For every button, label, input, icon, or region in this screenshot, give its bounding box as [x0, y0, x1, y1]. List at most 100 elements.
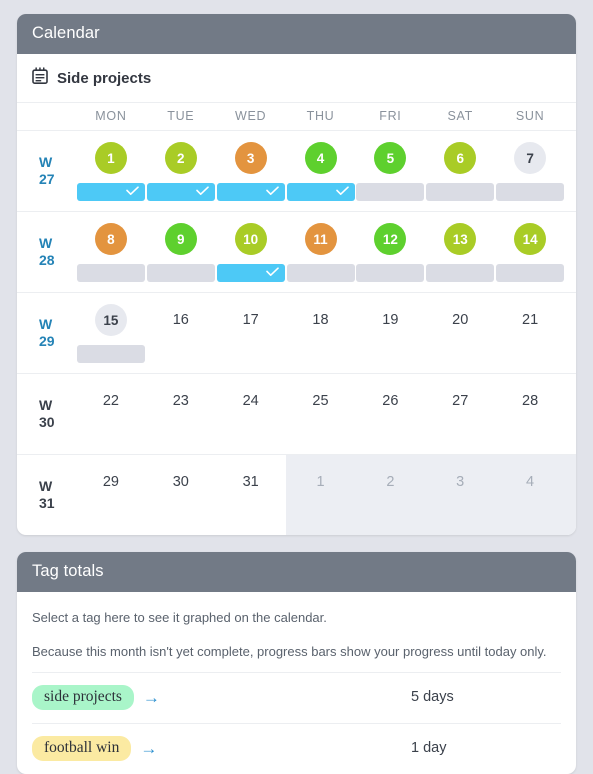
day-number[interactable]: 27 [444, 385, 476, 417]
day-number[interactable]: 31 [235, 466, 267, 498]
day-number[interactable]: 2 [374, 466, 406, 498]
weekday-fri: FRI [379, 109, 402, 123]
calendar-day-cell[interactable]: 1 [286, 455, 356, 535]
calendar-day-cell[interactable]: 11 [286, 212, 356, 292]
day-progress-bar-empty[interactable] [146, 264, 215, 282]
day-progress-bar-empty[interactable] [496, 264, 565, 282]
calendar-day-cell[interactable]: 25 [286, 374, 356, 454]
day-number[interactable]: 11 [304, 223, 337, 255]
day-number[interactable]: 8 [94, 223, 127, 255]
day-number[interactable]: 6 [444, 142, 477, 174]
calendar-day-cell[interactable]: 22 [76, 374, 146, 454]
day-number[interactable]: 16 [165, 304, 197, 336]
day-number[interactable]: 1 [305, 466, 337, 498]
calendar-day-cell[interactable]: 31 [216, 455, 286, 535]
calendar-day-cell[interactable]: 1 [76, 131, 146, 211]
day-progress-bar-complete[interactable] [216, 264, 285, 282]
day-number[interactable]: 25 [305, 385, 337, 417]
day-number[interactable]: 4 [304, 142, 337, 174]
calendar-day-cell[interactable]: 2 [355, 455, 425, 535]
day-number[interactable]: 1 [94, 142, 127, 174]
tag-totals-note-1: Select a tag here to see it graphed on t… [32, 610, 327, 625]
day-number[interactable]: 30 [165, 466, 197, 498]
calendar-day-cell[interactable]: 14 [495, 212, 565, 292]
tag-totals-rows: side projects → 5 days football win → 1 day [32, 673, 561, 774]
calendar-day-cell[interactable]: 8 [76, 212, 146, 292]
day-progress-bar-complete[interactable] [76, 183, 145, 201]
day-progress-bar-complete[interactable] [286, 183, 355, 201]
day-number[interactable]: 18 [305, 304, 337, 336]
day-progress-bar-empty[interactable] [426, 183, 495, 201]
day-number[interactable]: 22 [95, 385, 127, 417]
day-progress-bar-empty[interactable] [356, 183, 425, 201]
calendar-day-cell[interactable]: 21 [495, 293, 565, 373]
day-number[interactable]: 4 [514, 466, 546, 498]
tag-pill[interactable]: football win [32, 735, 132, 761]
day-number[interactable]: 2 [164, 142, 197, 174]
day-progress-bar-empty[interactable] [76, 264, 145, 282]
tag-pill[interactable]: side projects [32, 684, 134, 710]
calendar-day-cell[interactable]: 19 [355, 293, 425, 373]
day-number[interactable]: 10 [234, 223, 267, 255]
calendar-day-cell[interactable]: 28 [495, 374, 565, 454]
calendar-day-cell[interactable]: 10 [216, 212, 286, 292]
day-number[interactable]: 19 [374, 304, 406, 336]
day-number[interactable]: 24 [235, 385, 267, 417]
tag-totals-card: Tag totals Select a tag here to see it g… [17, 552, 576, 774]
arrow-right-icon[interactable]: → [140, 740, 157, 757]
calendar-day-cell[interactable]: 29 [76, 455, 146, 535]
day-number[interactable]: 23 [165, 385, 197, 417]
calendar-day-cell[interactable]: 24 [216, 374, 286, 454]
day-progress-bar-empty[interactable] [286, 264, 355, 282]
calendar-day-cell[interactable]: 3 [216, 131, 286, 211]
day-progress-bar-complete[interactable] [146, 183, 215, 201]
calendar-subtitle: Side projects [57, 69, 152, 87]
day-number[interactable]: 3 [234, 142, 267, 174]
day-number[interactable]: 5 [374, 142, 407, 174]
calendar-day-cell[interactable]: 18 [286, 293, 356, 373]
calendar-day-cell[interactable]: 30 [146, 455, 216, 535]
day-number[interactable]: 15 [94, 304, 127, 336]
weekday-header-row: MON TUE WED THU FRI SAT SUN [17, 103, 576, 131]
calendar-day-cell[interactable]: 27 [425, 374, 495, 454]
calendar-day-cell[interactable]: 23 [146, 374, 216, 454]
calendar-card-header: Calendar [17, 14, 576, 54]
day-progress-bar-complete[interactable] [216, 183, 285, 201]
calendar-week-row: W 28 8 9 10 11 12 13 14 [17, 212, 576, 293]
calendar-day-cell[interactable]: 3 [425, 455, 495, 535]
calendar-day-cell[interactable]: 2 [146, 131, 216, 211]
calendar-day-cell[interactable]: 4 [286, 131, 356, 211]
calendar-day-cell[interactable]: 16 [146, 293, 216, 373]
day-number[interactable]: 12 [374, 223, 407, 255]
day-number[interactable]: 13 [444, 223, 477, 255]
calendar-day-cell[interactable]: 20 [425, 293, 495, 373]
day-number[interactable]: 29 [95, 466, 127, 498]
calendar-week-row: W 27 1 2 3 4 5 6 7 [17, 131, 576, 212]
day-number[interactable]: 21 [514, 304, 546, 336]
calendar-day-cell[interactable]: 6 [425, 131, 495, 211]
calendar-day-cell[interactable]: 17 [216, 293, 286, 373]
day-number[interactable]: 17 [235, 304, 267, 336]
day-progress-bar-empty[interactable] [76, 345, 145, 363]
calendar-day-cell[interactable]: 5 [355, 131, 425, 211]
day-number[interactable]: 28 [514, 385, 546, 417]
calendar-day-cell[interactable]: 13 [425, 212, 495, 292]
calendar-day-cell[interactable]: 26 [355, 374, 425, 454]
calendar-day-cell[interactable]: 4 [495, 455, 565, 535]
calendar-day-cell[interactable]: 9 [146, 212, 216, 292]
calendar-day-cell[interactable]: 7 [495, 131, 565, 211]
day-number[interactable]: 20 [444, 304, 476, 336]
day-progress-bar-empty[interactable] [356, 264, 425, 282]
tag-totals-card-title: Tag totals [32, 562, 104, 580]
calendar-day-cell[interactable]: 15 [76, 293, 146, 373]
check-icon [265, 264, 279, 282]
day-progress-bar-empty[interactable] [426, 264, 495, 282]
day-number[interactable]: 3 [444, 466, 476, 498]
calendar-day-cell[interactable]: 12 [355, 212, 425, 292]
day-number[interactable]: 9 [164, 223, 197, 255]
day-number[interactable]: 14 [514, 223, 547, 255]
day-progress-bar-empty[interactable] [496, 183, 565, 201]
day-number[interactable]: 26 [374, 385, 406, 417]
arrow-right-icon[interactable]: → [143, 689, 160, 706]
day-number[interactable]: 7 [514, 142, 547, 174]
